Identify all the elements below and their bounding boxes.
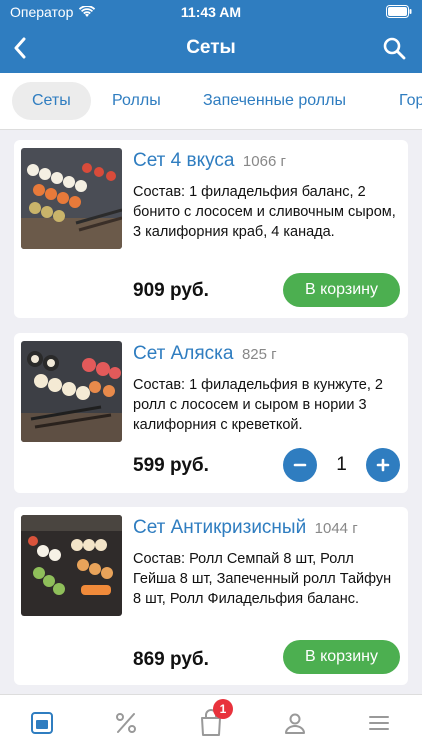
product-price: 869 руб. [133, 649, 209, 670]
add-to-cart-button[interactable]: В корзину [283, 273, 400, 307]
category-tab-rolls[interactable]: Роллы [112, 82, 161, 120]
product-weight: 1066 г [242, 153, 286, 170]
quantity-value: 1 [336, 454, 347, 475]
product-price: 599 руб. [133, 455, 209, 476]
product-description: Состав: 1 филадельфия баланс, 2 бонито с… [133, 184, 396, 240]
product-price: 909 руб. [133, 280, 209, 301]
tab-discounts[interactable] [96, 703, 156, 743]
quantity-stepper: 1 [283, 448, 400, 482]
product-image [21, 515, 122, 616]
product-name[interactable]: Сет Антикризисный [133, 517, 306, 538]
product-description: Состав: Ролл Семпай 8 шт, Ролл Гейша 8 ш… [133, 551, 392, 607]
more-icon [369, 716, 389, 730]
nav-bar: Сеты [0, 26, 422, 70]
page-title: Сеты [186, 37, 236, 58]
bottom-tab-bar: 1 [0, 694, 422, 751]
category-tabs: Сеты Роллы Запеченные роллы Гор [0, 73, 422, 130]
status-time: 11:43 AM [180, 4, 242, 20]
product-card[interactable]: Сет 4 вкуса 1066 г Состав: 1 филадельфия… [14, 140, 408, 318]
product-name[interactable]: Сет 4 вкуса [133, 150, 234, 171]
status-bar: Оператор 11:43 AM [0, 0, 422, 24]
product-name[interactable]: Сет Аляска [133, 343, 233, 364]
minus-icon [293, 463, 307, 467]
chevron-left-icon [14, 37, 26, 59]
increase-quantity-button[interactable] [366, 448, 400, 482]
search-icon [383, 37, 406, 60]
product-weight: 825 г [241, 346, 277, 363]
product-image [21, 341, 122, 442]
tab-more[interactable] [349, 703, 409, 743]
add-to-cart-button[interactable]: В корзину [283, 640, 400, 674]
category-tab-hot[interactable]: Гор [399, 82, 422, 120]
search-button[interactable] [380, 34, 408, 62]
product-card[interactable]: Сет Антикризисный 1044 г Состав: Ролл Се… [14, 507, 408, 685]
tab-profile[interactable] [265, 703, 325, 743]
decrease-quantity-button[interactable] [283, 448, 317, 482]
menu-icon [31, 712, 53, 734]
app-header: Оператор 11:43 AM Сеты [0, 0, 422, 73]
profile-icon [285, 713, 305, 734]
battery-icon [386, 5, 412, 18]
cart-badge: 1 [213, 699, 233, 719]
back-button[interactable] [6, 34, 34, 62]
product-description: Состав: 1 филадельфия в кунжуте, 2 ролл … [133, 377, 383, 433]
product-card[interactable]: Сет Аляска 825 г Состав: 1 филадельфия в… [14, 333, 408, 493]
discount-icon [116, 713, 136, 733]
category-tab-baked-rolls[interactable]: Запеченные роллы [203, 82, 346, 120]
plus-icon [376, 458, 390, 472]
tab-menu[interactable] [12, 703, 72, 743]
product-image [21, 148, 122, 249]
tab-cart[interactable]: 1 [181, 699, 241, 743]
product-weight: 1044 г [314, 520, 358, 537]
category-tab-sets[interactable]: Сеты [12, 82, 91, 120]
